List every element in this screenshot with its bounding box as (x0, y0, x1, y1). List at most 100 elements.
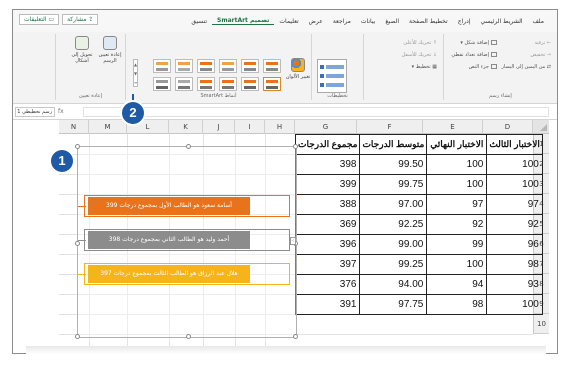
column-header-e[interactable]: E (423, 120, 483, 134)
column-header-d[interactable]: D (483, 120, 533, 134)
comments-button[interactable]: ▭ التعليقات (19, 14, 60, 25)
column-header-i[interactable]: I (235, 120, 265, 134)
resize-handle[interactable] (293, 334, 298, 339)
column-header-n[interactable]: N (59, 120, 89, 134)
cell-average[interactable]: 97.75 (359, 294, 428, 315)
cell-final-exam[interactable]: 94 (426, 274, 488, 295)
cell-average[interactable]: 92.25 (359, 214, 428, 235)
style-thumb[interactable] (219, 77, 237, 91)
style-thumb[interactable] (263, 59, 281, 73)
select-all-corner[interactable] (533, 120, 549, 134)
column-header-m[interactable]: M (89, 120, 127, 134)
promote-button[interactable]: ← ترقية (534, 40, 551, 46)
cell-third-exam[interactable]: 97 (486, 194, 543, 215)
demote-button[interactable]: → تخفيض (530, 52, 551, 58)
move-down-button[interactable]: ↓ تحريك للأسفل (402, 52, 437, 58)
move-up-button[interactable]: ↑ تحريك للأعلى (403, 40, 437, 46)
tab-review[interactable]: مراجعة (328, 18, 356, 25)
tab-file[interactable]: ملف (528, 18, 549, 25)
cell-total[interactable]: 391 (294, 294, 361, 315)
tab-data[interactable]: بيانات (356, 18, 380, 25)
name-box[interactable]: رسم تخطيطي 1 (15, 107, 55, 117)
cell-average[interactable]: 99.50 (359, 154, 428, 175)
cell-average[interactable]: 99.75 (359, 174, 428, 195)
style-thumb[interactable] (241, 59, 259, 73)
row-header-10[interactable]: 10 (533, 314, 549, 334)
style-thumb[interactable] (219, 59, 237, 73)
cell-average[interactable]: 94.00 (359, 274, 428, 295)
column-header-f[interactable]: F (357, 120, 423, 134)
cell-third-exam[interactable]: 93 (486, 274, 543, 295)
cell-average[interactable]: 99.00 (359, 234, 428, 255)
cell-third-exam[interactable]: 96 (486, 234, 543, 255)
cell-third-exam[interactable]: 100 (486, 174, 543, 195)
tab-insert[interactable]: إدراج (453, 18, 476, 25)
cell-final-exam[interactable]: 98 (426, 294, 488, 315)
style-thumb[interactable] (197, 59, 215, 73)
formula-input[interactable] (83, 107, 549, 117)
cell-third-exam[interactable]: 98 (486, 254, 543, 275)
cell-total[interactable]: 369 (294, 214, 361, 235)
resize-handle[interactable] (75, 241, 80, 246)
add-shape-button[interactable]: إضافة شكل ▾ (460, 40, 497, 46)
cell-final-exam[interactable]: 100 (426, 174, 488, 195)
cell-final-exam[interactable]: 100 (426, 254, 488, 275)
add-bullet-button[interactable]: إضافة تعداد نقطي (451, 52, 497, 58)
tab-formulas[interactable]: الصيغ (380, 18, 404, 25)
share-button[interactable]: ⇪ مشاركة (62, 14, 99, 25)
cell-total[interactable]: 396 (294, 234, 361, 255)
layout-button[interactable]: ▦ تخطيط ▾ (412, 64, 437, 70)
resize-handle[interactable] (293, 144, 298, 149)
column-header-j[interactable]: J (203, 120, 235, 134)
smartart-graphic[interactable]: أسامة سعود هو الطالب الأول بمجموع درجات … (75, 144, 298, 339)
resize-handle[interactable] (186, 334, 191, 339)
worksheet-grid[interactable]: D E F G H I J K L M N 1 2 3 4 5 6 7 8 9 … (13, 120, 557, 353)
header-cell-average[interactable]: متوسط الدرجات (359, 134, 428, 155)
cell-total[interactable]: 376 (294, 274, 361, 295)
header-cell-total[interactable]: مجموع الدرجات (294, 134, 361, 155)
right-to-left-button[interactable]: ⇄ من اليمين إلى اليسار (501, 64, 551, 70)
cell-third-exam[interactable]: 100 (486, 154, 543, 175)
column-header-k[interactable]: K (169, 120, 203, 134)
layout-gallery-item[interactable] (317, 59, 347, 93)
convert-to-shapes-button[interactable]: تحويل إلى أشكال (69, 36, 95, 64)
resize-handle[interactable] (75, 144, 80, 149)
style-thumb-selected[interactable] (263, 77, 281, 91)
style-thumb[interactable] (153, 77, 171, 91)
style-thumb[interactable] (241, 77, 259, 91)
column-header-h[interactable]: H (265, 120, 295, 134)
resize-handle[interactable] (186, 144, 191, 149)
style-thumb[interactable] (175, 59, 193, 73)
smartart-item-second[interactable]: أحمد وليد هو الطالب الثاني بمجموع درجات … (88, 231, 250, 249)
cell-final-exam[interactable]: 92 (426, 214, 488, 235)
style-thumb[interactable] (197, 77, 215, 91)
cell-third-exam[interactable]: 100 (486, 294, 543, 315)
header-cell-third-exam[interactable]: الاختبار الثالث (486, 134, 543, 155)
cell-total[interactable]: 399 (294, 174, 361, 195)
style-thumb[interactable] (153, 59, 171, 73)
text-pane-button[interactable]: جزء النص (469, 64, 497, 70)
reset-graphic-button[interactable]: إعادة تعيين الرسم (97, 36, 123, 64)
cell-final-exam[interactable]: 97 (426, 194, 488, 215)
column-header-g[interactable]: G (295, 120, 357, 134)
smartart-item-first[interactable]: أسامة سعود هو الطالب الأول بمجموع درجات … (88, 197, 250, 215)
tab-format[interactable]: تنسيق (186, 18, 212, 25)
cell-total[interactable]: 397 (294, 254, 361, 275)
cell-average[interactable]: 97.00 (359, 194, 428, 215)
tab-page-layout[interactable]: تخطيط الصفحة (404, 18, 453, 25)
text-pane-toggle[interactable]: ‹ (290, 237, 296, 245)
cell-average[interactable]: 99.25 (359, 254, 428, 275)
cell-total[interactable]: 388 (294, 194, 361, 215)
cell-third-exam[interactable]: 92 (486, 214, 543, 235)
style-thumb[interactable] (175, 77, 193, 91)
smartart-item-third[interactable]: هلال عبد الرزاق هو الطالب الثالث بمجموع … (88, 265, 250, 283)
header-cell-final-exam[interactable]: الاختبار النهائي (426, 134, 488, 155)
cell-total[interactable]: 398 (294, 154, 361, 175)
tab-home[interactable]: الشريط الرئيسي (476, 18, 528, 25)
fx-icon[interactable]: fx (58, 108, 64, 115)
tab-smartart-design[interactable]: تصميم SmartArt (212, 17, 275, 25)
resize-handle[interactable] (75, 334, 80, 339)
tab-view[interactable]: عرض (304, 18, 328, 25)
tab-help[interactable]: تعليمات (274, 18, 303, 25)
cell-final-exam[interactable]: 99 (426, 234, 488, 255)
